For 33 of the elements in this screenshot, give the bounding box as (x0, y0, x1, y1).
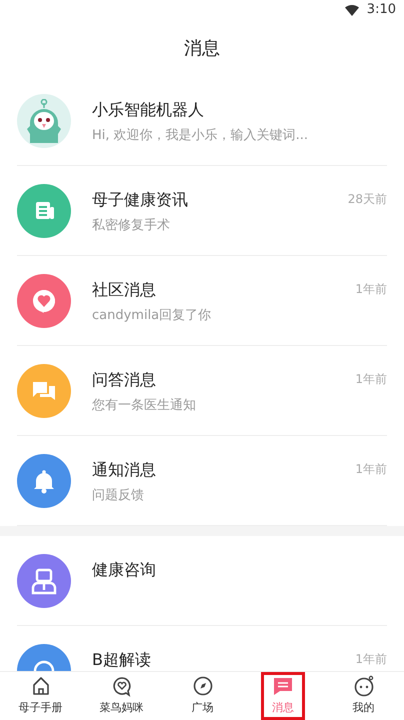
message-row[interactable]: 小乐智能机器人 Hi, 欢迎你，我是小乐，输入关键词... (17, 76, 387, 166)
message-preview: 问题反馈 (92, 488, 145, 504)
status-time: 3:10 (366, 1, 396, 20)
message-row[interactable]: 健康咨询 (17, 536, 387, 626)
page-title: 消息 (184, 36, 220, 61)
message-time: 28天前 (348, 191, 387, 208)
message-time: 1年前 (355, 371, 387, 388)
message-title: 健康咨询 (92, 560, 156, 580)
nav-tab[interactable]: 广场 (162, 672, 243, 720)
message-title: 社区消息 (92, 280, 156, 300)
message-row[interactable]: 母子健康资讯 28天前 私密修复手术 (17, 166, 387, 256)
message-preview: 私密修复手术 (92, 218, 171, 234)
message-title: 问答消息 (92, 370, 156, 390)
message-time: 1年前 (355, 281, 387, 298)
nav-tab[interactable]: 母子手册 (0, 672, 81, 720)
message-row[interactable]: 社区消息 1年前 candymila回复了你 (17, 256, 387, 346)
nav-tab[interactable]: 我的 (323, 672, 404, 720)
compass-icon (192, 675, 214, 698)
nav-tab[interactable]: 菜鸟妈咪 (81, 672, 162, 720)
message-title: 通知消息 (92, 460, 156, 480)
message-title: 小乐智能机器人 (92, 100, 204, 120)
message-preview: candymila回复了你 (92, 308, 212, 324)
heart-bubble-icon (110, 675, 132, 698)
wifi-icon (344, 4, 359, 16)
message-time: 1年前 (355, 651, 387, 668)
message-row[interactable]: 问答消息 1年前 您有一条医生通知 (17, 346, 387, 436)
message-preview: 您有一条医生通知 (92, 398, 197, 414)
message-icon (272, 675, 294, 698)
message-title: B超解读 (92, 650, 151, 670)
message-time: 1年前 (355, 461, 387, 478)
face-icon (352, 675, 374, 698)
message-title: 母子健康资讯 (92, 190, 188, 210)
message-preview: Hi, 欢迎你，我是小乐，输入关键词... (92, 128, 310, 144)
